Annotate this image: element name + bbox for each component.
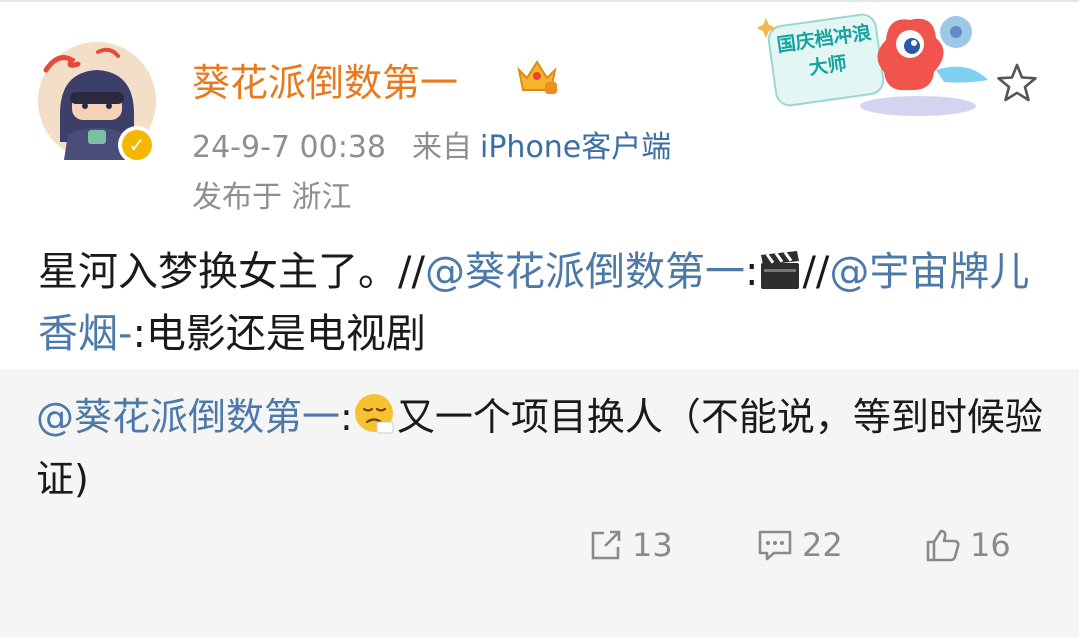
retweet-text: @葵花派倒数第一:😔又一个项目换人（不能说，等到时候验证) — [36, 389, 1046, 507]
top-divider — [0, 0, 1079, 2]
author-name[interactable]: 葵花派倒数第一 — [192, 52, 458, 107]
retweet-actions: 13 22 16 — [0, 526, 1079, 576]
source-prefix: 来自 — [412, 130, 472, 165]
favorite-star-icon[interactable] — [996, 62, 1038, 104]
repost-count: 13 — [632, 526, 673, 564]
verified-badge: ✓ — [118, 126, 156, 164]
campaign-badge[interactable]: 国庆档冲浪大师 — [756, 10, 998, 122]
like-count: 16 — [970, 526, 1011, 564]
mention-link-1[interactable]: @葵花派倒数第一 — [425, 249, 745, 295]
post-text-main: 星河入梦换女主了。// — [38, 249, 425, 295]
clapper-board-icon: 🎬 — [758, 249, 802, 306]
comment-button[interactable]: 22 — [756, 526, 843, 564]
post-time: 24-9-7 00:38 — [192, 130, 386, 165]
comment-count: 22 — [802, 526, 843, 564]
like-button[interactable]: 16 — [924, 526, 1011, 564]
source-link[interactable]: iPhone客户端 — [480, 130, 671, 165]
post-location: 发布于 浙江 — [192, 180, 352, 215]
repost-button[interactable]: 13 — [588, 526, 673, 564]
sad-face-emoji-icon: 😔 — [353, 392, 397, 451]
post-text: 星河入梦换女主了。//@葵花派倒数第一:🎬//@宇宙牌儿香烟-:电影还是电视剧 — [38, 244, 1038, 362]
retweet-colon: : — [340, 395, 353, 439]
post-separator: // — [802, 249, 830, 295]
repost-icon — [591, 530, 621, 560]
retweeted-post[interactable]: @葵花派倒数第一:😔又一个项目换人（不能说，等到时候验证) 13 22 16 — [0, 369, 1079, 637]
comment-icon — [758, 530, 792, 561]
thumbs-up-icon — [926, 529, 960, 562]
post-colon-1: : — [744, 249, 759, 295]
crown-icon[interactable] — [515, 56, 559, 100]
post-text-tail: :电影还是电视剧 — [132, 311, 426, 357]
verified-icon: ✓ — [122, 130, 152, 160]
retweet-author-mention[interactable]: @葵花派倒数第一 — [36, 395, 340, 439]
post-meta: 24-9-7 00:38 来自 iPhone客户端 — [192, 122, 671, 166]
